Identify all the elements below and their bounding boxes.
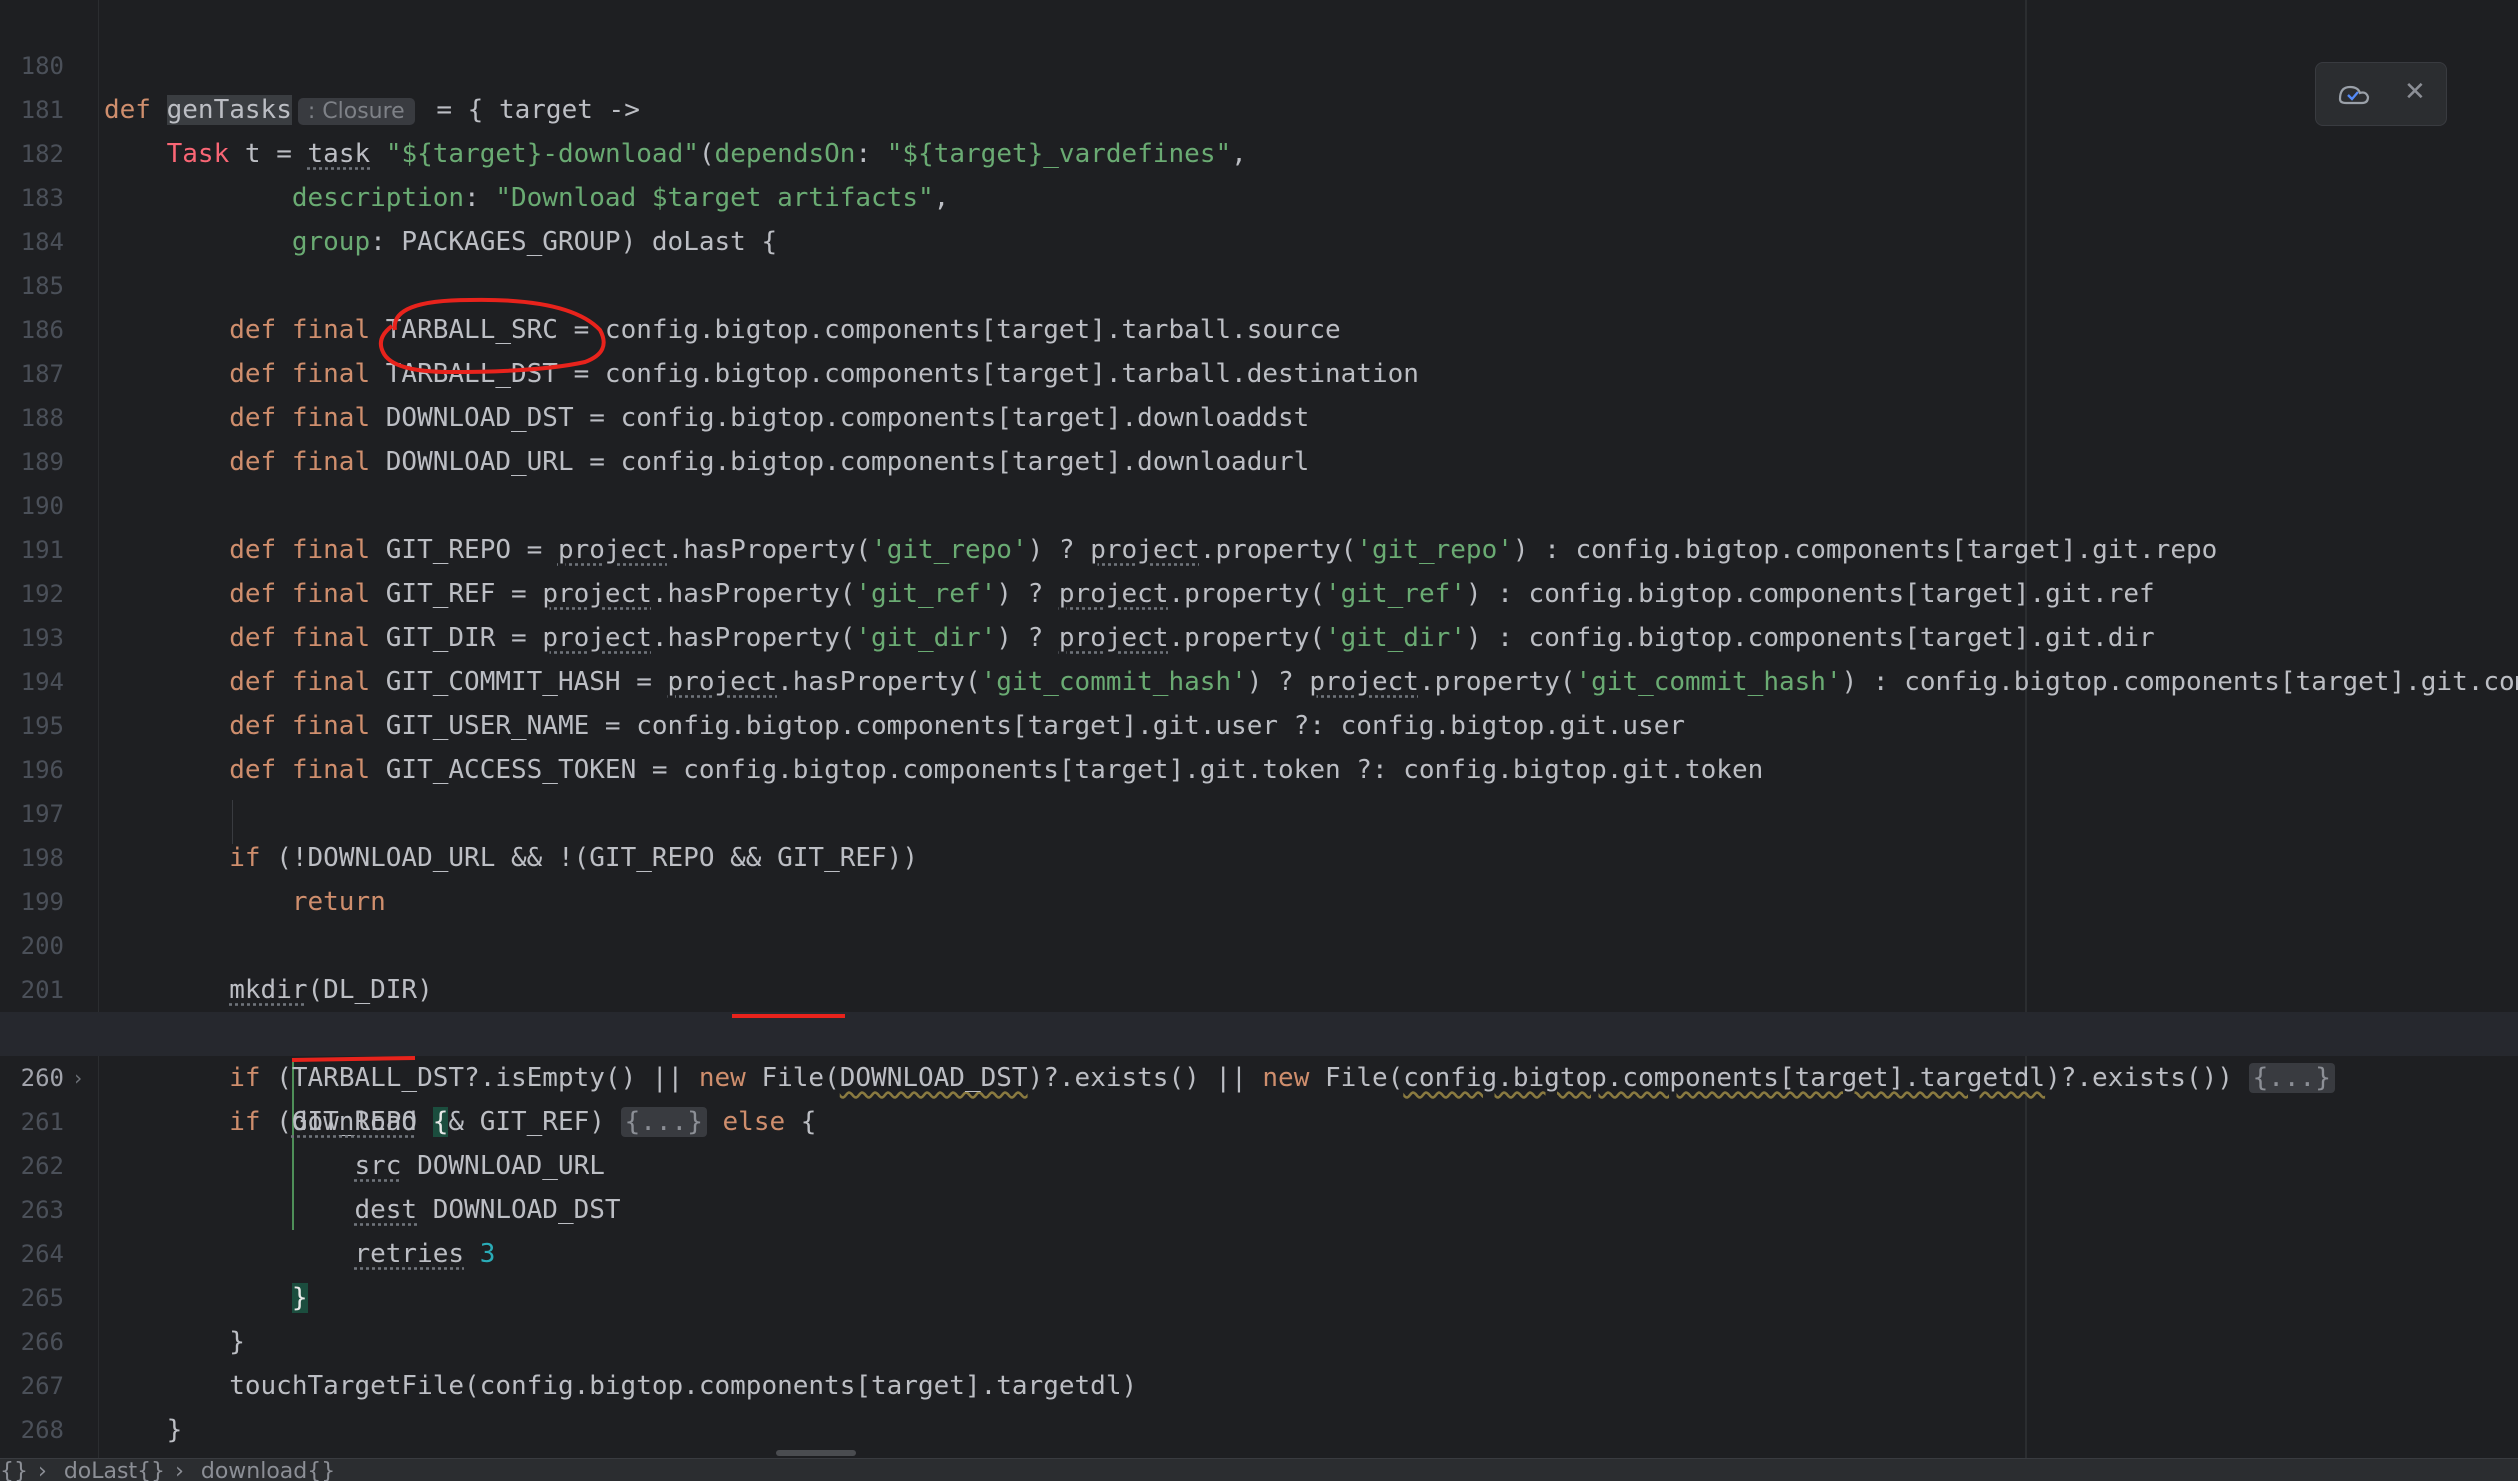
code-line: 186 def final TARBALL_DST = config.bigto… xyxy=(0,264,2518,389)
code-line: 190 def final GIT_REPO = project.hasProp… xyxy=(0,440,2518,565)
code-editor[interactable]: 180 def genTasks: Closure = { target -> … xyxy=(0,0,2518,1458)
code-line: 261 src DOWNLOAD_URL xyxy=(0,1056,2518,1181)
code-line: 264 } xyxy=(0,1188,2518,1313)
close-icon[interactable]: ✕ xyxy=(2404,77,2426,107)
code-line: 198 return xyxy=(0,792,2518,917)
code-line: 265 } xyxy=(0,1232,2518,1357)
code-line: 191 def final GIT_REF = project.hasPrope… xyxy=(0,484,2518,609)
breadcrumb-item[interactable]: doLast{} xyxy=(64,1459,165,1481)
code-line: 263 retries 3 xyxy=(0,1144,2518,1269)
code-line: 201 › if (TARBALL_DST?.isEmpty() || new … xyxy=(0,924,2518,1093)
code-line: 266 touchTargetFile(config.bigtop.compon… xyxy=(0,1276,2518,1401)
code-line: 205 › if (GIT_REPO && GIT_REF) {...} els… xyxy=(0,968,2518,1137)
code-line: 184 xyxy=(0,176,2518,256)
code-line-current: 260 download { xyxy=(0,1012,2518,1137)
code-line: 196 xyxy=(0,704,2518,784)
ai-assistant-popup[interactable]: ✕ xyxy=(2315,62,2447,126)
code-line: 267 } xyxy=(0,1320,2518,1445)
code-line: 200 mkdir(DL_DIR) xyxy=(0,880,2518,1005)
code-line: 269 description: "Preparing a tarball fo… xyxy=(0,1408,2518,1452)
code-line: 182 description: "Download $target artif… xyxy=(0,88,2518,213)
breadcrumb-item[interactable]: download{} xyxy=(201,1459,335,1481)
code-line: 268 task "${target}-tar"(dependsOn: ["${… xyxy=(0,1364,2518,1444)
breadcrumb-item[interactable]: {} xyxy=(0,1459,28,1481)
code-line: 199 xyxy=(0,836,2518,916)
code-line: 180 def genTasks: Closure = { target -> xyxy=(0,0,2518,125)
code-line: 262 dest DOWNLOAD_DST xyxy=(0,1100,2518,1225)
horizontal-scrollbar-thumb[interactable] xyxy=(776,1450,856,1456)
code-line: 185 def final TARBALL_SRC = config.bigto… xyxy=(0,220,2518,345)
code-line: 194 def final GIT_USER_NAME = config.big… xyxy=(0,616,2518,741)
code-line: 183 group: PACKAGES_GROUP) doLast { xyxy=(0,132,2518,257)
code-line: 188 def final DOWNLOAD_URL = config.bigt… xyxy=(0,352,2518,477)
ai-assistant-icon[interactable] xyxy=(2336,79,2372,109)
code-line: 193 def final GIT_COMMIT_HASH = project.… xyxy=(0,572,2518,697)
breadcrumb-bar: {} › doLast{} › download{} xyxy=(0,1458,2518,1481)
code-line: 195 def final GIT_ACCESS_TOKEN = config.… xyxy=(0,660,2518,785)
code-line: 181 Task t = task "${target}-download"(d… xyxy=(0,44,2518,169)
code-line: 192 def final GIT_DIR = project.hasPrope… xyxy=(0,528,2518,653)
code-line: 187 def final DOWNLOAD_DST = config.bigt… xyxy=(0,308,2518,433)
code-line: 189 xyxy=(0,396,2518,476)
code-line: 197 if (!DOWNLOAD_URL && !(GIT_REPO && G… xyxy=(0,748,2518,873)
